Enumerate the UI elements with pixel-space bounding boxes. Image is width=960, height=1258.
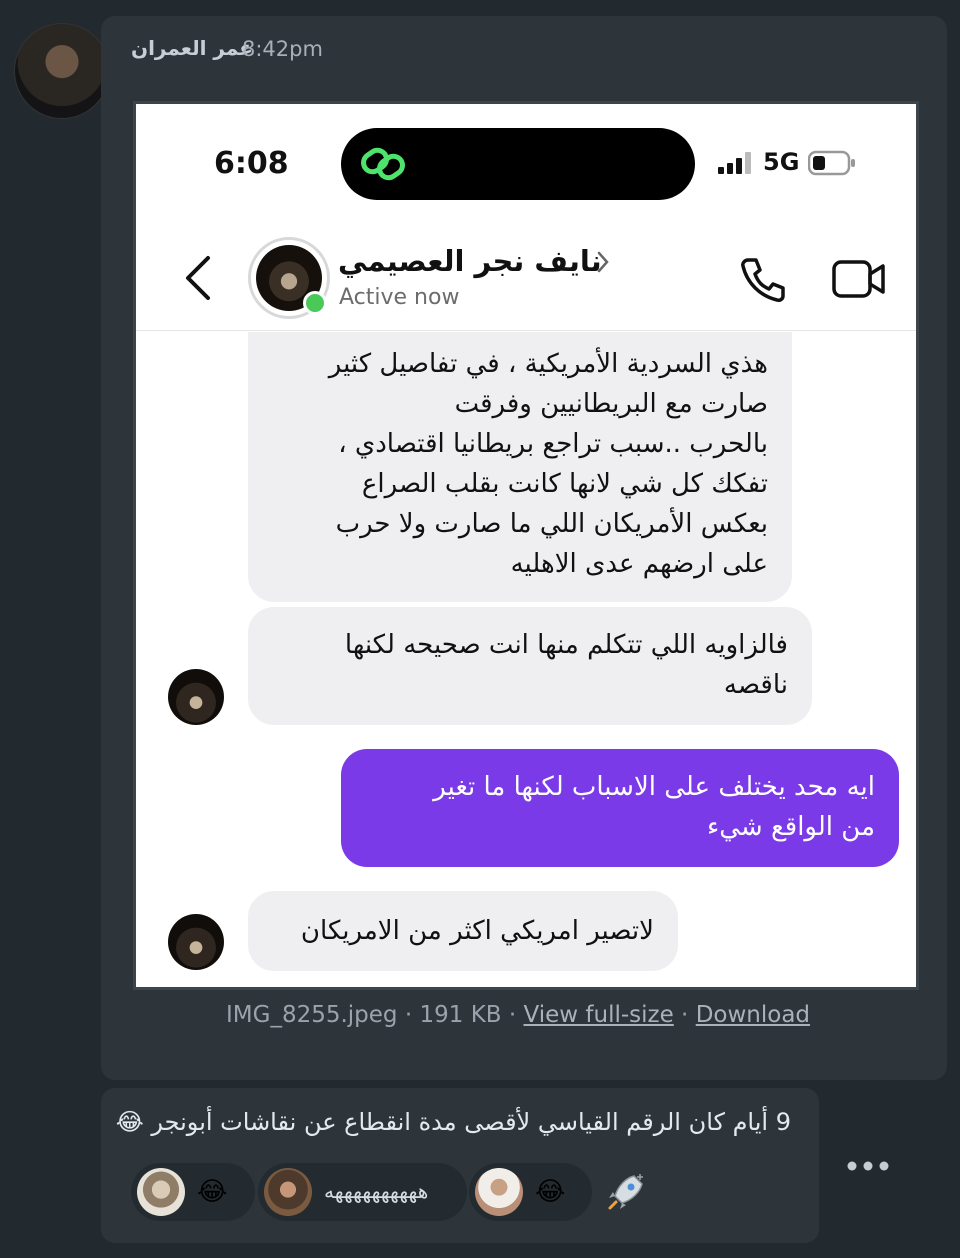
- contact-status: Active now: [339, 285, 460, 310]
- reaction-text: ههههههههههه: [324, 1179, 429, 1203]
- reaction-emoji: 😂: [535, 1177, 566, 1207]
- attachment-meta: IMG_8255.jpeg · 191 KB · View full-size …: [226, 1002, 810, 1028]
- status-time: 6:08: [214, 146, 289, 181]
- reactor-avatar: [264, 1168, 312, 1216]
- reaction-pill[interactable]: ههههههههههه: [258, 1163, 467, 1221]
- reactor-avatar: [137, 1168, 185, 1216]
- reply-message: 9 أيام كان الرقم القياسي لأقصى مدة انقطا…: [115, 1108, 791, 1136]
- incoming-message: هذي السردية الأمريكية ، في تفاصيل كثير ص…: [248, 332, 792, 602]
- more-icon[interactable]: [846, 1155, 890, 1177]
- header-divider: [136, 330, 916, 331]
- outgoing-message: ايه محد يختلف على الاسباب لكنها ما تغير …: [341, 749, 899, 867]
- attachment-filename: IMG_8255.jpeg: [226, 1002, 398, 1028]
- view-full-size-link[interactable]: View full-size: [524, 1002, 674, 1028]
- reactor-avatar: [475, 1168, 523, 1216]
- incoming-message: لاتصير امريكي اكثر من الامريكان: [248, 891, 678, 971]
- phone-icon[interactable]: [738, 254, 788, 304]
- reaction-emoji: 😂: [197, 1177, 228, 1207]
- separator: ·: [501, 1002, 524, 1028]
- author-name[interactable]: عمر العمران: [131, 36, 253, 60]
- rocket-icon[interactable]: [604, 1170, 648, 1214]
- attachment-size: 191 KB: [419, 1002, 502, 1028]
- network-type: 5G: [763, 148, 800, 176]
- video-camera-icon[interactable]: [832, 258, 886, 300]
- online-indicator: [303, 291, 327, 315]
- contact-name[interactable]: نايف نجر العصيمي: [338, 244, 602, 278]
- dynamic-island: [341, 128, 695, 200]
- signal-icon: [718, 152, 751, 174]
- chevron-right-icon[interactable]: [596, 250, 610, 274]
- sender-avatar: [168, 914, 224, 970]
- back-chevron-icon[interactable]: [182, 254, 214, 302]
- battery-icon: [808, 150, 855, 176]
- author-avatar[interactable]: [14, 23, 110, 119]
- reaction-pill[interactable]: 😂: [131, 1163, 255, 1221]
- download-link[interactable]: Download: [696, 1002, 810, 1028]
- image-attachment[interactable]: 6:08 5G نايف نجر العصيمي Active now هذي …: [133, 101, 919, 990]
- reaction-pill[interactable]: 😂: [469, 1163, 592, 1221]
- message-timestamp: 8:42pm: [242, 37, 323, 61]
- incoming-message: فالزاويه اللي تتكلم منها انت صحيحه لكنها…: [248, 607, 812, 725]
- sender-avatar: [168, 669, 224, 725]
- link-icon: [361, 147, 405, 181]
- separator: ·: [673, 1002, 696, 1028]
- separator: ·: [397, 1002, 420, 1028]
